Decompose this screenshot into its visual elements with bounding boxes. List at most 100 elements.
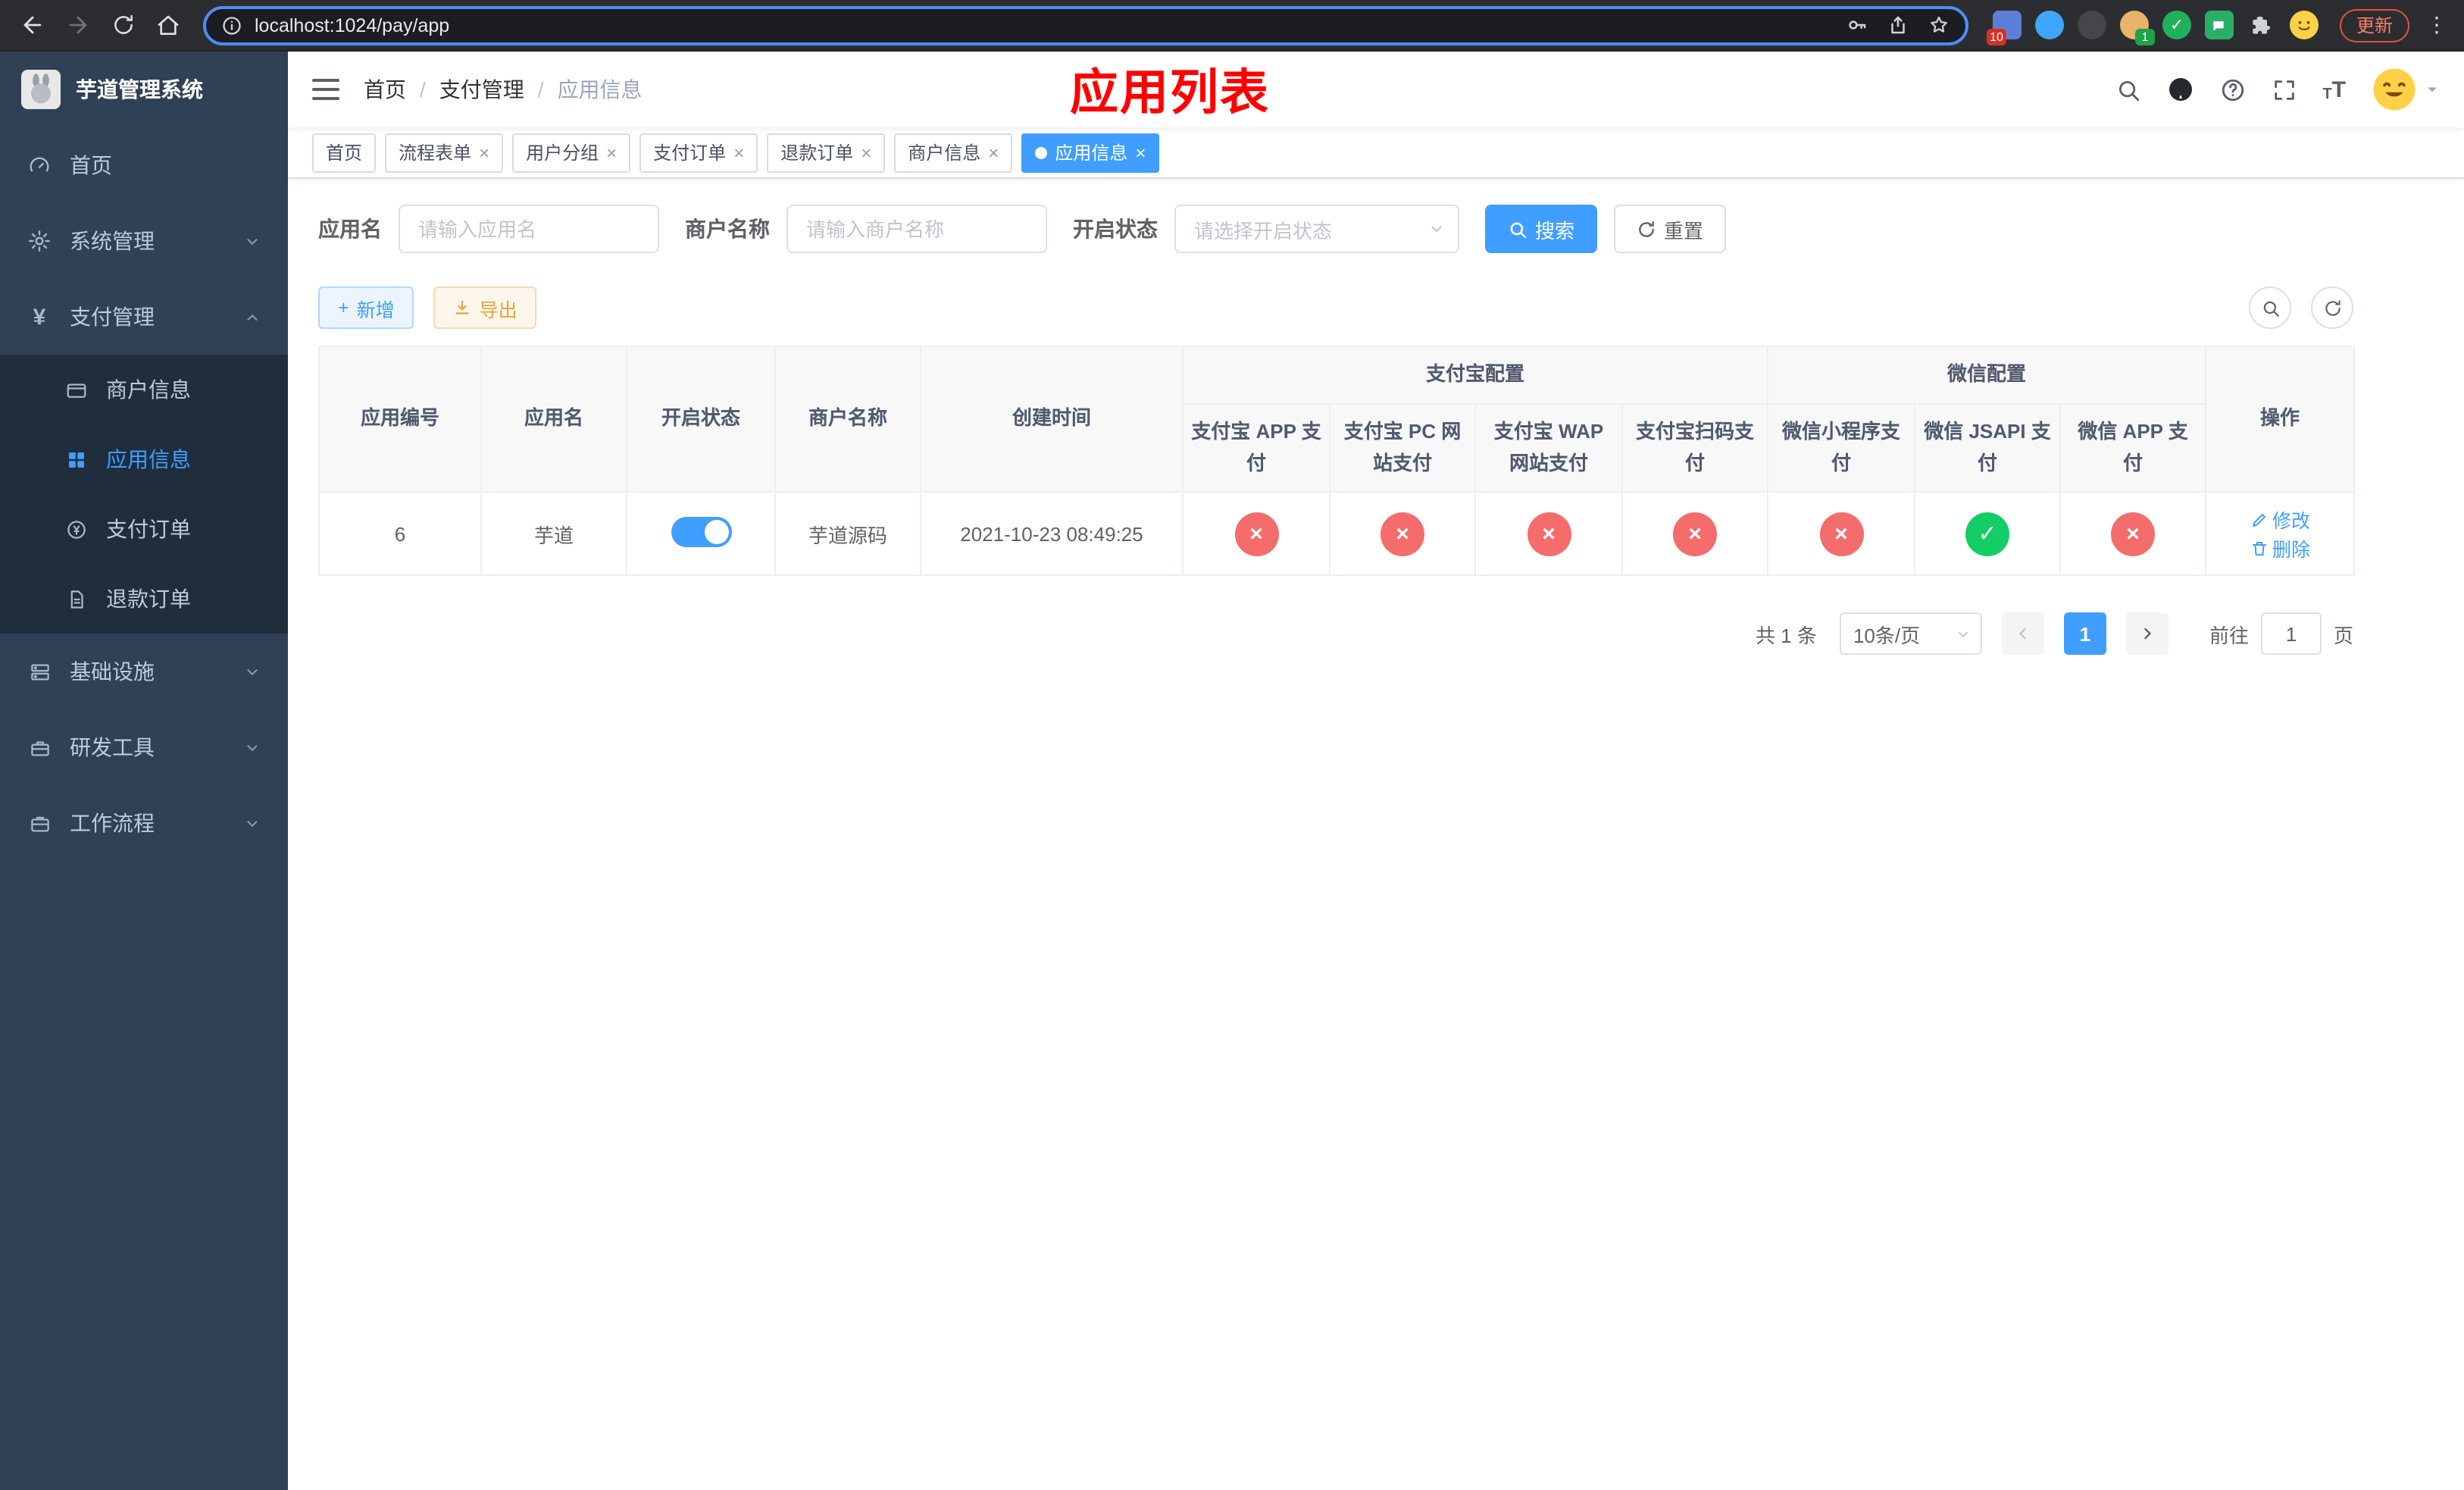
add-button[interactable]: + 新增: [318, 286, 414, 329]
forward-icon[interactable]: [58, 5, 97, 45]
app-name-input[interactable]: [399, 205, 659, 253]
sidebar-item-home[interactable]: 首页: [0, 127, 288, 203]
tab-flow-form[interactable]: 流程表单 ×: [385, 133, 504, 172]
alipay-app-status-icon: ×: [1234, 512, 1278, 556]
reset-button[interactable]: 重置: [1614, 205, 1727, 253]
url-text: localhost:1024/pay/app: [255, 14, 450, 36]
extension-badge: 10: [1986, 29, 2006, 45]
search-icon[interactable]: [2115, 77, 2140, 102]
refresh-icon[interactable]: [103, 5, 142, 45]
page-content: 应用名 商户名称 开启状态 请选择开启状态: [288, 179, 2464, 1490]
user-menu[interactable]: [2372, 67, 2440, 112]
font-size-icon[interactable]: TT: [2322, 77, 2346, 102]
cell-app-id: 6: [318, 491, 482, 577]
close-icon[interactable]: ×: [1135, 143, 1146, 161]
cell-create-time: 2021-10-23 08:49:25: [920, 491, 1184, 577]
export-button[interactable]: 导出: [433, 286, 537, 329]
tab-home[interactable]: 首页: [312, 133, 377, 172]
screen: localhost:1024/pay/app 10 1 ✓ 更新 ⋮ 芋道管理系…: [0, 0, 2464, 1490]
browser-menu-icon[interactable]: ⋮: [2422, 12, 2452, 38]
browser-profile-avatar[interactable]: [2289, 11, 2319, 39]
sidebar-item-dev-tools[interactable]: 研发工具: [0, 709, 288, 785]
delete-link[interactable]: 删除: [2250, 534, 2310, 563]
puzzle-extensions-icon[interactable]: [2247, 11, 2276, 39]
sidebar-subitem-pay-order[interactable]: 支付订单: [0, 494, 288, 564]
refresh-table-button[interactable]: [2311, 286, 2353, 329]
sidebar: 芋道管理系统 首页 系统管理 ¥ 支付管理 商户信息 应用信息 支付订单 退款订…: [0, 52, 288, 1490]
status-toggle[interactable]: [671, 516, 731, 547]
back-icon[interactable]: [12, 5, 52, 45]
sidebar-item-payment[interactable]: ¥ 支付管理: [0, 279, 288, 355]
extension-blue-icon[interactable]: [2034, 11, 2064, 39]
address-bar[interactable]: localhost:1024/pay/app: [203, 5, 1968, 45]
help-icon[interactable]: [2219, 77, 2245, 102]
search-button[interactable]: 搜索: [1485, 205, 1598, 253]
site-info-icon[interactable]: [221, 14, 242, 36]
sidebar-subitem-merchant-info[interactable]: 商户信息: [0, 355, 288, 424]
extension-badged-icon[interactable]: 10: [1986, 11, 2022, 45]
close-icon[interactable]: ×: [479, 143, 489, 161]
goto-page-input[interactable]: [2260, 612, 2322, 656]
tab-app-info[interactable]: 应用信息 ×: [1021, 133, 1160, 172]
user-avatar[interactable]: [2372, 67, 2417, 112]
breadcrumb-payment[interactable]: 支付管理: [439, 74, 524, 105]
chevron-down-icon: [244, 815, 261, 831]
status-select[interactable]: 请选择开启状态: [1174, 205, 1459, 253]
wechat-app-status-icon: ×: [2111, 512, 2156, 556]
col-wechat-mini: 微信小程序支付: [1767, 402, 1916, 493]
edit-link[interactable]: 修改: [2250, 506, 2310, 534]
tab-user-group[interactable]: 用户分组 ×: [512, 133, 631, 172]
extension-chat-icon[interactable]: [2204, 11, 2234, 39]
extension-dark-icon[interactable]: [2077, 11, 2106, 39]
pencil-icon: [2252, 513, 2265, 527]
col-alipay-app: 支付宝 APP 支付: [1182, 402, 1330, 493]
bookmark-star-icon[interactable]: [1928, 14, 1950, 36]
col-app-name: 应用名: [480, 345, 627, 493]
password-key-icon[interactable]: [1846, 14, 1868, 36]
app-title: 芋道管理系统: [76, 77, 203, 102]
table-row: 6 芋道 芋道源码 2021-10-23 08:49:25 × × × × × …: [318, 491, 2356, 577]
close-icon[interactable]: ×: [733, 143, 744, 161]
sidebar-toggle-icon[interactable]: [312, 79, 339, 100]
tab-merchant-info[interactable]: 商户信息 ×: [894, 133, 1013, 172]
cell-app-name: 芋道: [480, 491, 627, 577]
goto-unit: 页: [2333, 624, 2353, 647]
fullscreen-icon[interactable]: [2271, 77, 2297, 102]
extension-avatar-icon[interactable]: 1: [2119, 11, 2155, 45]
home-icon[interactable]: [149, 5, 188, 45]
goto-label: 前往: [2209, 624, 2249, 647]
sidebar-subitem-app-info[interactable]: 应用信息: [0, 424, 288, 494]
chevron-down-icon: [244, 663, 261, 680]
chevron-down-icon: [244, 233, 261, 249]
close-icon[interactable]: ×: [988, 143, 999, 161]
tab-pay-order[interactable]: 支付订单 ×: [639, 133, 758, 172]
close-icon[interactable]: ×: [861, 143, 871, 161]
extension-check-icon[interactable]: ✓: [2162, 11, 2191, 39]
page-size-select[interactable]: 10条/页: [1839, 612, 1982, 656]
close-icon[interactable]: ×: [606, 143, 617, 161]
github-icon[interactable]: [2166, 76, 2194, 103]
next-page-button[interactable]: [2125, 612, 2169, 656]
breadcrumb-home[interactable]: 首页: [364, 74, 406, 105]
col-alipay-qr: 支付宝扫码支付: [1621, 402, 1769, 493]
grid-icon: [64, 448, 88, 471]
sidebar-item-system[interactable]: 系统管理: [0, 203, 288, 279]
sidebar-subitem-refund-order[interactable]: 退款订单: [0, 564, 288, 634]
server-icon: [27, 660, 52, 683]
chevron-down-icon: [1427, 220, 1446, 238]
show-search-toggle-button[interactable]: [2249, 286, 2291, 329]
col-actions: 操作: [2205, 345, 2356, 493]
browser-update-button[interactable]: 更新: [2339, 8, 2409, 42]
merchant-name-input[interactable]: [786, 205, 1047, 253]
merchant-name-label: 商户名称: [685, 217, 770, 241]
col-app-id: 应用编号: [318, 345, 482, 493]
refund-doc-icon: [64, 587, 88, 610]
sidebar-item-workflow[interactable]: 工作流程: [0, 785, 288, 861]
page-number-1[interactable]: 1: [2063, 612, 2106, 656]
dashboard-icon: [27, 153, 52, 177]
prev-page-button[interactable]: [2001, 612, 2044, 656]
col-alipay-wap: 支付宝 WAP 网站支付: [1474, 402, 1623, 493]
sidebar-item-infrastructure[interactable]: 基础设施: [0, 634, 288, 709]
tab-refund-order[interactable]: 退款订单 ×: [767, 133, 886, 172]
share-icon[interactable]: [1887, 14, 1909, 36]
